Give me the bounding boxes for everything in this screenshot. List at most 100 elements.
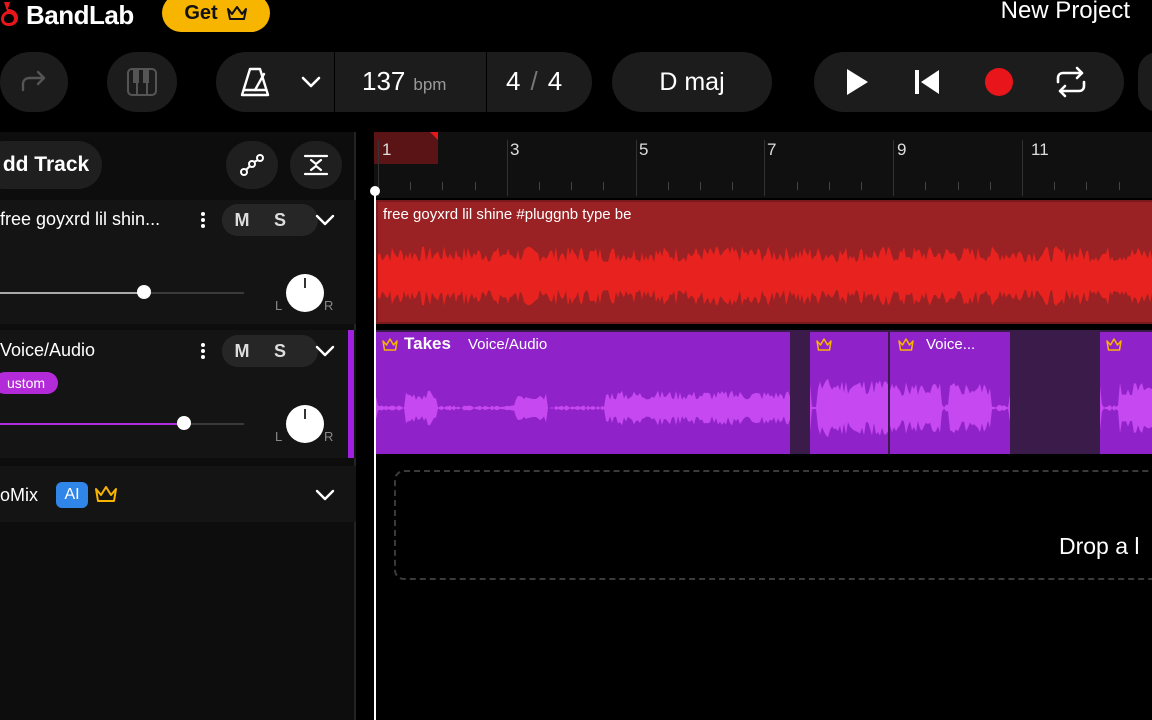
volume-slider-thumb-2[interactable] <box>177 416 191 430</box>
audio-clip-track2-c[interactable]: Voice... <box>890 332 1010 454</box>
ruler-tick <box>636 140 637 196</box>
brand[interactable]: BandLab <box>0 0 134 30</box>
automix-label: oMix <box>0 485 39 505</box>
ruler-tick <box>442 182 443 190</box>
metronome-dropdown-button[interactable] <box>300 72 322 97</box>
ruler-bar-label: 11 <box>1031 140 1049 159</box>
track-menu-button-1[interactable] <box>196 210 210 235</box>
ruler-tick <box>797 182 798 190</box>
brand-name: BandLab <box>26 0 134 30</box>
loop-end-handle-icon <box>430 132 438 140</box>
drop-zone[interactable] <box>394 470 1152 580</box>
ruler-tick <box>1119 182 1120 190</box>
pan-knob-1[interactable] <box>286 274 324 312</box>
kebab-menu-icon <box>201 212 205 228</box>
playhead[interactable] <box>374 190 376 720</box>
automix-row[interactable] <box>0 466 356 522</box>
crown-icon <box>226 6 247 20</box>
automation-button[interactable] <box>226 141 278 189</box>
audio-clip-track2-a[interactable]: Takes Voice/Audio <box>376 332 790 454</box>
get-premium-button[interactable]: Get <box>162 0 270 32</box>
ruler-tick <box>764 140 765 196</box>
selected-track-indicator <box>348 330 354 458</box>
crown-icon <box>382 338 398 351</box>
transport-controls <box>814 52 1124 112</box>
ruler-tick <box>893 140 894 196</box>
ruler-tick <box>990 182 991 190</box>
ruler-tick <box>603 182 604 190</box>
track-name-2[interactable]: Voice/Audio <box>0 340 95 361</box>
waveform-track2-b <box>810 378 888 438</box>
rewind-button[interactable] <box>912 67 942 102</box>
waveform-track2-a <box>376 390 790 426</box>
ruler-bar-label: 5 <box>639 140 649 159</box>
track-menu-button-2[interactable] <box>196 341 210 366</box>
key-button[interactable]: D maj <box>612 52 772 112</box>
tempo-field[interactable]: 137 bpm <box>362 66 446 97</box>
audio-clip-track2-b[interactable] <box>810 332 888 454</box>
time-sig-bottom: 4 <box>547 66 563 96</box>
ruler-tick <box>539 182 540 190</box>
play-button[interactable] <box>844 67 870 102</box>
loop-icon <box>1056 66 1086 98</box>
chevron-down-icon <box>315 489 335 501</box>
piano-button[interactable] <box>107 52 177 112</box>
ruler-bar-label: 9 <box>897 140 907 159</box>
ruler-bar-label: 3 <box>510 140 520 159</box>
redo-icon <box>21 70 46 92</box>
volume-slider-thumb-1[interactable] <box>137 285 151 299</box>
clip-title-track2-a: Voice/Audio <box>468 336 548 353</box>
project-title[interactable]: New Project <box>1001 0 1130 25</box>
ruler-tick <box>925 182 926 190</box>
crown-icon <box>1106 338 1122 351</box>
track-name-1[interactable]: free goyxrd lil shin... <box>0 209 160 230</box>
audio-clip-track2-d[interactable] <box>1100 332 1152 454</box>
takes-label[interactable]: Takes <box>404 334 451 354</box>
solo-button-2[interactable]: S <box>260 335 300 367</box>
metronome-icon <box>240 67 270 97</box>
track-size-button[interactable] <box>290 141 342 189</box>
crown-icon <box>816 338 832 351</box>
crown-icon <box>95 486 117 502</box>
waveform-track1 <box>378 246 1152 306</box>
ruler-tick <box>700 182 701 190</box>
toolbar-overflow-button[interactable] <box>1138 52 1152 112</box>
play-icon <box>847 69 868 95</box>
time-signature-field[interactable]: 4 / 4 <box>506 66 562 97</box>
premium-crown <box>94 484 118 509</box>
loop-button[interactable] <box>1054 66 1088 103</box>
mute-button-1[interactable]: M <box>222 204 262 236</box>
add-track-button[interactable]: dd Track <box>0 141 102 189</box>
solo-button-1[interactable]: S <box>260 204 300 236</box>
track-expand-button-1[interactable] <box>314 210 336 235</box>
mute-button-2[interactable]: M <box>222 335 262 367</box>
preset-badge[interactable]: ustom <box>0 372 58 394</box>
bandlab-logo-icon <box>1 2 18 26</box>
pan-knob-indicator <box>304 409 306 419</box>
ruler-tick <box>829 182 830 190</box>
pan-right-label-1: R <box>324 298 334 313</box>
pan-right-label-2: R <box>324 429 334 444</box>
kebab-menu-icon <box>201 343 205 359</box>
time-sig-top: 4 <box>506 66 521 96</box>
ruler-tick <box>732 182 733 190</box>
ruler-bar-label: 1 <box>382 140 392 159</box>
automix-expand-button[interactable] <box>314 485 336 510</box>
audio-clip-track1[interactable]: free goyxrd lil shine #pluggnb type be <box>378 202 1152 322</box>
piano-keys-icon <box>127 68 157 96</box>
chevron-down-icon <box>315 214 335 226</box>
ruler-tick <box>1054 182 1055 190</box>
ruler-tick <box>861 182 862 190</box>
waveform-track2-d <box>1100 382 1152 434</box>
playhead-handle[interactable] <box>370 186 380 196</box>
ruler-tick <box>1022 140 1023 196</box>
pan-knob-2[interactable] <box>286 405 324 443</box>
ruler-tick <box>1086 182 1087 190</box>
record-button[interactable] <box>984 67 1014 102</box>
metronome-button[interactable] <box>238 66 272 103</box>
redo-button[interactable] <box>0 52 68 112</box>
chevron-down-icon <box>315 345 335 357</box>
track-expand-button-2[interactable] <box>314 341 336 366</box>
waveform-track2-c <box>890 382 1010 434</box>
pan-left-label-1: L <box>275 298 283 313</box>
